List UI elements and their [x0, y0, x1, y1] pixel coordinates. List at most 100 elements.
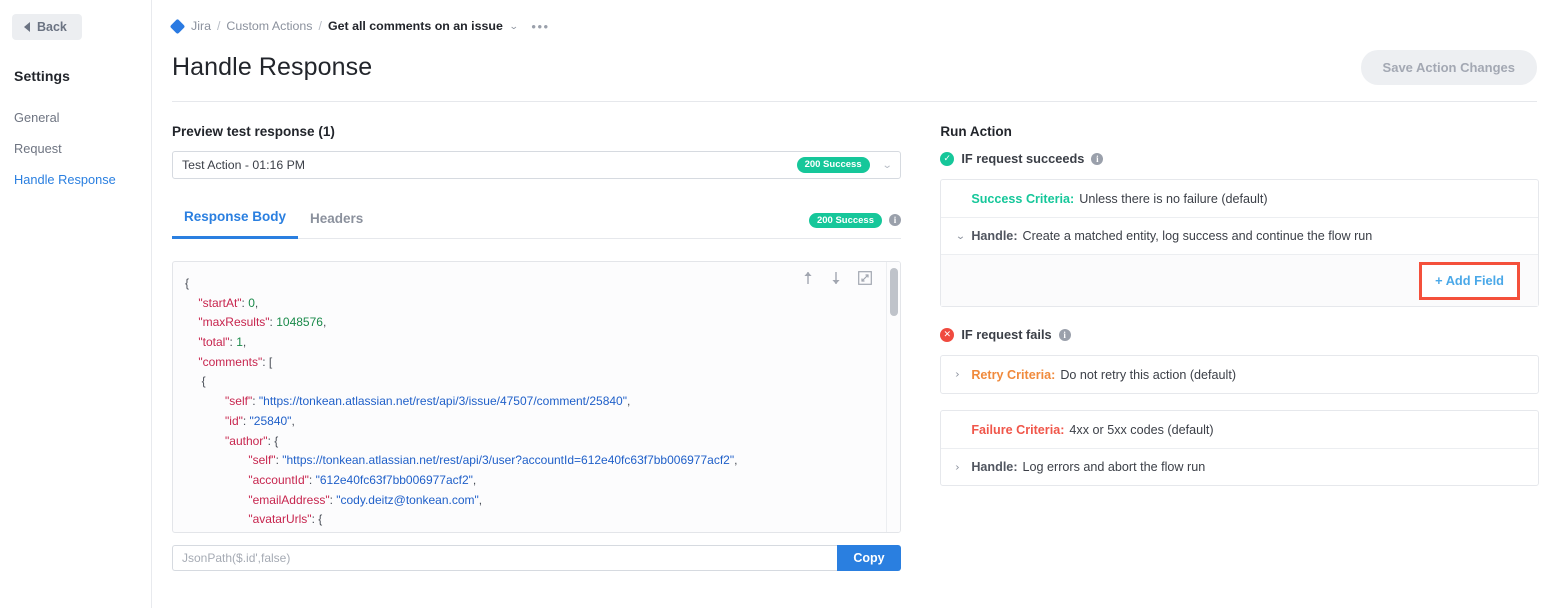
json-line: "total": 1,: [185, 333, 874, 353]
run-status-badge: 200 Success: [797, 157, 870, 173]
json-line: "avatarUrls": {: [185, 510, 874, 530]
chevron-right-icon[interactable]: ›: [956, 369, 974, 380]
add-field-highlight: + Add Field: [1419, 262, 1520, 300]
json-token: 1048576: [276, 315, 323, 329]
tab-status-badge: 200 Success: [809, 213, 882, 229]
json-line: {: [185, 372, 874, 392]
more-options-icon[interactable]: •••: [531, 20, 549, 33]
jira-diamond-icon: [170, 18, 186, 34]
json-line: "maxResults": 1048576,: [185, 313, 874, 333]
check-circle-icon: ✓: [940, 152, 954, 166]
json-line: "id": "25840",: [185, 412, 874, 432]
breadcrumb-current[interactable]: Get all comments on an issue: [328, 19, 503, 33]
info-icon[interactable]: i: [1091, 153, 1103, 165]
fullscreen-icon[interactable]: [858, 271, 872, 290]
if-request-fails-label: IF request fails: [961, 327, 1051, 342]
json-token: [185, 394, 225, 408]
json-token: "total": [198, 335, 229, 349]
back-arrow-icon: [24, 22, 30, 32]
success-criteria-value: Unless there is no failure (default): [1079, 192, 1267, 206]
json-token: 1: [236, 335, 243, 349]
json-viewer-tools: [802, 271, 872, 290]
json-token: {: [185, 374, 206, 388]
json-token: :: [252, 394, 259, 408]
tab-response-body[interactable]: Response Body: [172, 209, 298, 239]
json-token: [185, 414, 225, 428]
back-button[interactable]: Back: [12, 14, 82, 40]
copy-button[interactable]: Copy: [837, 545, 901, 571]
json-token: "cody.deitz@tonkean.com": [336, 493, 479, 507]
breadcrumb-separator: /: [217, 19, 220, 33]
retry-criteria-row[interactable]: › Retry Criteria: Do not retry this acti…: [941, 356, 1538, 393]
json-token: ,: [473, 473, 476, 487]
chevron-down-icon[interactable]: ⌄: [881, 160, 892, 171]
save-action-changes-button[interactable]: Save Action Changes: [1361, 50, 1537, 85]
response-tabs: Response Body Headers 200 Success i: [172, 209, 901, 239]
json-token: "accountId": [248, 473, 309, 487]
json-token: ,: [627, 394, 630, 408]
success-criteria-row[interactable]: Success Criteria: Unless there is no fai…: [941, 180, 1538, 217]
failure-criteria-row[interactable]: Failure Criteria: 4xx or 5xx codes (defa…: [941, 411, 1538, 448]
json-line: "comments": [: [185, 353, 874, 373]
add-field-row: + Add Field: [941, 254, 1538, 306]
json-token: [185, 512, 248, 526]
chevron-right-icon[interactable]: ›: [956, 462, 974, 473]
tab-status-area: 200 Success i: [809, 213, 901, 239]
success-handle-row[interactable]: ⌄ Handle: Create a matched entity, log s…: [941, 217, 1538, 254]
jsonpath-input[interactable]: [172, 545, 837, 571]
content-columns: Preview test response (1) Test Action - …: [152, 102, 1559, 571]
json-token: "612e40fc63f7bb006977acf2": [316, 473, 473, 487]
json-line: "emailAddress": "cody.deitz@tonkean.com"…: [185, 491, 874, 511]
json-token: ,: [479, 493, 482, 507]
tab-headers[interactable]: Headers: [298, 211, 375, 238]
json-token: "self": [248, 453, 275, 467]
test-run-select-value: Test Action - 01:16 PM: [182, 158, 797, 172]
json-token: ,: [734, 453, 737, 467]
failure-handle-value: Log errors and abort the flow run: [1023, 460, 1206, 474]
run-action-panel: Run Action ✓ IF request succeeds i Succe…: [940, 102, 1559, 571]
chevron-down-icon[interactable]: ⌄: [509, 21, 519, 32]
json-response-viewer[interactable]: { "startAt": 0, "maxResults": 1048576, "…: [172, 261, 901, 533]
info-icon[interactable]: i: [889, 214, 901, 226]
json-scrollbar[interactable]: [886, 262, 900, 532]
json-content: { "startAt": 0, "maxResults": 1048576, "…: [173, 262, 900, 532]
preview-test-response-panel: Preview test response (1) Test Action - …: [152, 102, 930, 571]
sidebar-item-request[interactable]: Request: [0, 133, 151, 164]
info-icon[interactable]: i: [1059, 329, 1071, 341]
json-line: "48x48":: [185, 530, 874, 532]
if-request-succeeds-header: ✓ IF request succeeds i: [940, 151, 1539, 166]
json-token: [185, 355, 198, 369]
json-token: [185, 453, 248, 467]
sidebar-nav-list: General Request Handle Response: [0, 102, 151, 195]
test-run-select[interactable]: Test Action - 01:16 PM 200 Success ⌄: [172, 151, 901, 179]
json-token: :: [309, 473, 316, 487]
json-token: [185, 296, 198, 310]
json-token: "avatarUrls": [248, 512, 311, 526]
breadcrumb-root[interactable]: Jira: [191, 19, 211, 33]
json-token: [185, 315, 198, 329]
json-line: "self": "https://tonkean.atlassian.net/r…: [185, 392, 874, 412]
page-title: Handle Response: [172, 53, 372, 82]
json-token: ,: [243, 335, 246, 349]
failure-criteria-value: 4xx or 5xx codes (default): [1069, 423, 1213, 437]
failure-handle-row[interactable]: › Handle: Log errors and abort the flow …: [941, 448, 1538, 485]
json-token: "self": [225, 394, 252, 408]
json-token: :: [243, 414, 250, 428]
collapse-up-icon[interactable]: [802, 271, 814, 290]
json-line: "accountId": "612e40fc63f7bb006977acf2",: [185, 471, 874, 491]
breadcrumb-section[interactable]: Custom Actions: [226, 19, 312, 33]
json-token: "comments": [198, 355, 262, 369]
json-token: ,: [323, 315, 326, 329]
sidebar-item-handle-response[interactable]: Handle Response: [0, 164, 151, 195]
topbar: Jira / Custom Actions / Get all comments…: [152, 0, 1559, 102]
title-row: Handle Response Save Action Changes: [172, 36, 1537, 85]
chevron-down-icon[interactable]: ⌄: [956, 231, 974, 242]
json-scrollbar-thumb[interactable]: [890, 268, 898, 316]
expand-down-icon[interactable]: [830, 271, 842, 290]
x-circle-icon: ✕: [940, 328, 954, 342]
sidebar-item-general[interactable]: General: [0, 102, 151, 133]
app-root: Back Settings General Request Handle Res…: [0, 0, 1559, 608]
json-token: [185, 493, 248, 507]
success-criteria-label: Success Criteria:: [971, 192, 1074, 206]
add-field-button[interactable]: + Add Field: [1435, 273, 1504, 288]
